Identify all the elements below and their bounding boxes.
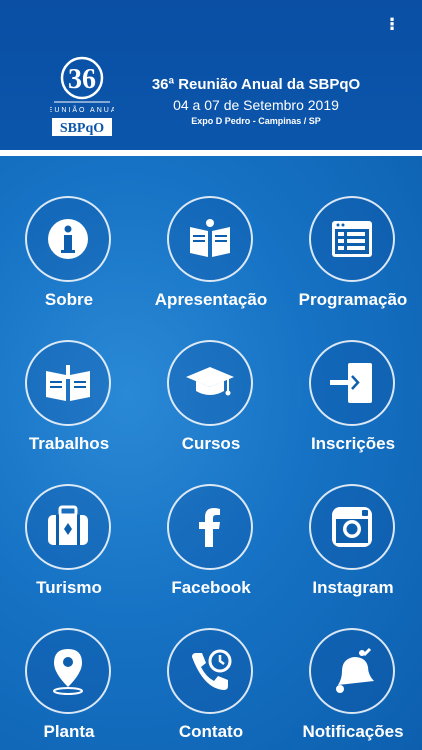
tile-sobre[interactable]: Sobre	[0, 156, 138, 309]
tile-label: Contato	[178, 722, 244, 741]
suitcase-icon[interactable]	[25, 484, 111, 570]
svg-text:SBPqO: SBPqO	[60, 121, 104, 136]
event-dates: 04 a 07 de Setembro 2019	[173, 97, 339, 113]
book-icon[interactable]	[167, 196, 253, 282]
tile-apresentacao[interactable]: Apresentação	[142, 156, 280, 309]
tile-facebook[interactable]: Facebook	[142, 444, 280, 597]
info-icon[interactable]	[25, 196, 111, 282]
sbpqo-logo: 36 REUNIÃO ANUAL SBPqO	[50, 56, 114, 136]
more-options-icon[interactable]: ⁝	[386, 14, 398, 34]
tile-contato[interactable]: Contato	[142, 588, 280, 741]
svg-text:REUNIÃO ANUAL: REUNIÃO ANUAL	[50, 105, 114, 114]
phone-icon[interactable]	[167, 628, 253, 714]
tile-notificacoes[interactable]: Notificações	[284, 588, 422, 741]
calendar-icon[interactable]	[309, 196, 395, 282]
instagram-icon[interactable]	[309, 484, 395, 570]
tile-trabalhos[interactable]: Trabalhos	[0, 300, 138, 453]
tile-label: Planta	[43, 722, 95, 741]
map-pin-icon[interactable]	[25, 628, 111, 714]
facebook-icon[interactable]	[167, 484, 253, 570]
tile-turismo[interactable]: Turismo	[0, 444, 138, 597]
tile-planta[interactable]: Planta	[0, 588, 138, 741]
tile-instagram[interactable]: Instagram	[284, 444, 422, 597]
event-title: 36ª Reunião Anual da SBPqO	[151, 76, 361, 93]
event-location: Expo D Pedro - Campinas / SP	[191, 116, 321, 126]
app-header: ⁝ 36 REUNIÃO ANUAL SBPqO 36ª Reunião Anu…	[0, 0, 422, 150]
tile-label: Notificações	[302, 722, 404, 741]
menu-area: Sobre Apresentação Programação Trabalhos	[0, 156, 422, 750]
tile-programacao[interactable]: Programação	[284, 156, 422, 309]
svg-text:36: 36	[68, 64, 96, 95]
menu-grid: Sobre Apresentação Programação Trabalhos	[0, 156, 422, 750]
tile-cursos[interactable]: Cursos	[142, 300, 280, 453]
graduation-cap-icon[interactable]	[167, 340, 253, 426]
open-book-icon[interactable]	[25, 340, 111, 426]
tile-inscricoes[interactable]: Inscrições	[284, 300, 422, 453]
bell-icon[interactable]	[309, 628, 395, 714]
sign-in-icon[interactable]	[309, 340, 395, 426]
